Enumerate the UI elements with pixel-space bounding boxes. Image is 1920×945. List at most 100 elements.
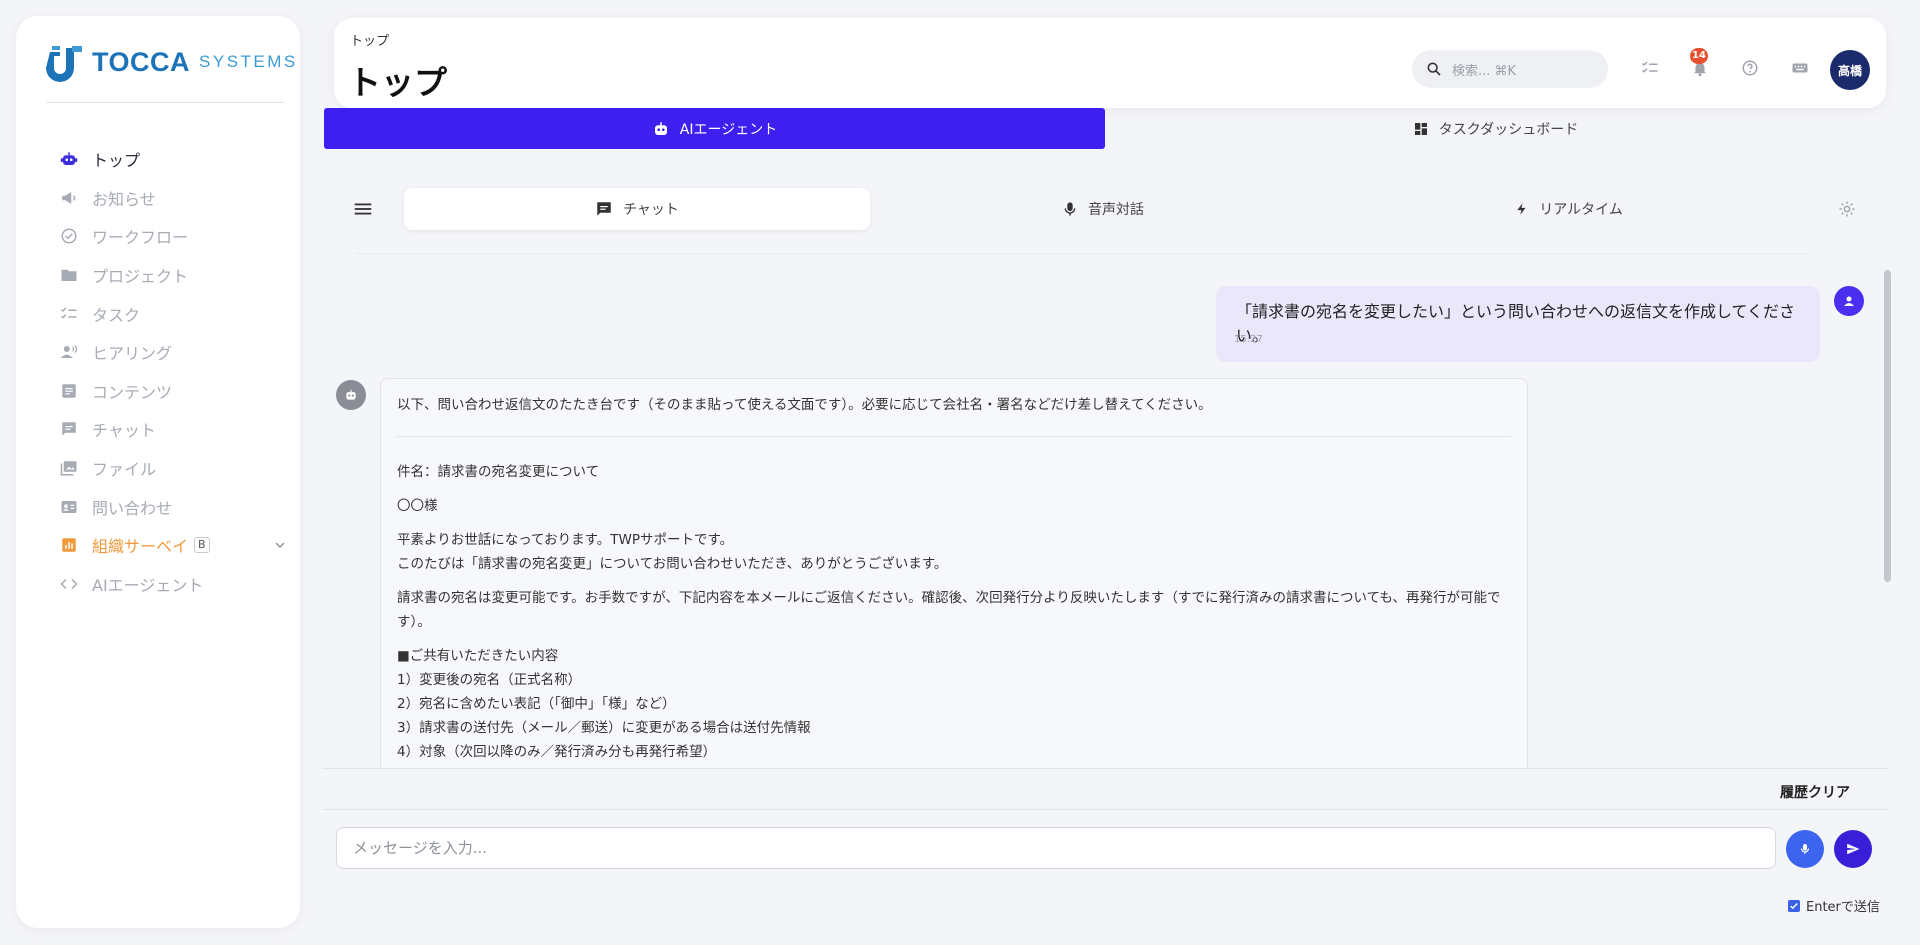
tocca-logo-icon bbox=[46, 46, 82, 82]
avatar[interactable]: 高橋 bbox=[1830, 50, 1870, 90]
sidebar-item-news[interactable]: お知らせ bbox=[60, 179, 300, 218]
divider bbox=[322, 768, 1888, 769]
logo[interactable]: TOCCA SYSTEMS bbox=[46, 42, 298, 82]
tab-chat[interactable]: チャット bbox=[404, 188, 870, 230]
message-timestamp: 15:27 bbox=[1234, 334, 1263, 345]
photo-library-icon bbox=[60, 459, 78, 477]
sidebar-item-label: プロジェクト bbox=[92, 267, 189, 287]
sidebar-item-label: ファイル bbox=[92, 460, 157, 480]
logo-brand: TOCCA bbox=[92, 46, 191, 77]
person-icon bbox=[1844, 296, 1854, 306]
sidebar: TOCCA SYSTEMS トップ お知らせ ワークフロー プロジェクト タスク… bbox=[16, 16, 300, 928]
user-message-text: 「請求書の宛名を変更したい」という問い合わせへの返信文を作成してください。 bbox=[1236, 302, 1796, 345]
bar-chart-icon bbox=[60, 536, 78, 554]
chat-scrollbar[interactable] bbox=[1884, 270, 1891, 582]
message-input[interactable] bbox=[336, 827, 1776, 869]
sidebar-item-workflow[interactable]: ワークフロー bbox=[60, 217, 300, 256]
document-icon bbox=[60, 382, 78, 400]
lightning-icon bbox=[1517, 203, 1526, 215]
bot-list-item: 2）宛名に含めたい表記（「御中」「様」など） bbox=[397, 696, 676, 712]
tab-label: 音声対話 bbox=[1088, 202, 1144, 218]
gear-icon[interactable] bbox=[1838, 200, 1856, 218]
contact-card-icon bbox=[60, 498, 78, 516]
folder-icon bbox=[60, 266, 78, 284]
user-avatar bbox=[1834, 286, 1864, 316]
menu-icon[interactable] bbox=[352, 198, 374, 220]
bot-list-item: 1）変更後の宛名（正式名称） bbox=[397, 672, 582, 688]
bot-greeting-line: このたびは「請求書の宛名変更」についてお問い合わせいただき、ありがとうございます… bbox=[397, 556, 948, 572]
sidebar-item-top[interactable]: トップ bbox=[60, 140, 300, 179]
bot-intro: 以下、問い合わせ返信文のたたき台です（そのまま貼って使える文面です）。必要に応じ… bbox=[397, 397, 1212, 413]
clear-history-button[interactable]: 履歴クリア bbox=[1780, 782, 1850, 802]
header: トップ トップ 検索... ⌘K 14 高橋 bbox=[334, 18, 1886, 108]
megaphone-icon bbox=[60, 189, 78, 207]
breadcrumb[interactable]: トップ bbox=[350, 30, 389, 49]
bot-avatar bbox=[336, 380, 366, 410]
divider bbox=[356, 253, 1808, 254]
tab-label: タスクダッシュボード bbox=[1438, 121, 1579, 138]
sidebar-item-hearing[interactable]: ヒアリング bbox=[60, 333, 300, 372]
sidebar-item-label: コンテンツ bbox=[92, 382, 173, 402]
sidebar-item-file[interactable]: ファイル bbox=[60, 449, 300, 488]
send-button[interactable] bbox=[1834, 830, 1872, 868]
bot-subject: 件名：請求書の宛名変更について bbox=[397, 464, 600, 480]
tab-label: リアルタイム bbox=[1539, 202, 1623, 218]
check-circle-icon bbox=[60, 227, 78, 245]
robot-icon bbox=[346, 389, 356, 400]
search-icon bbox=[1427, 62, 1441, 76]
sidebar-item-survey[interactable]: 組織サーベイ B bbox=[60, 526, 300, 565]
search-input[interactable]: 検索... ⌘K bbox=[1452, 60, 1516, 79]
bot-body-line: す）。 bbox=[397, 614, 431, 630]
send-icon bbox=[1847, 843, 1860, 855]
bot-message-bubble: 以下、問い合わせ返信文のたたき台です（そのまま貼って使える文面です）。必要に応じ… bbox=[380, 378, 1528, 768]
page-title: トップ bbox=[348, 63, 447, 102]
enter-to-send-toggle[interactable]: Enterで送信 bbox=[1788, 896, 1880, 915]
enter-to-send-label: Enterで送信 bbox=[1806, 900, 1880, 915]
sidebar-item-project[interactable]: プロジェクト bbox=[60, 256, 300, 295]
beta-badge: B bbox=[194, 537, 210, 554]
tab-ai-agent[interactable]: AIエージェント bbox=[324, 108, 1105, 149]
help-icon[interactable] bbox=[1740, 58, 1760, 78]
checklist-icon[interactable] bbox=[1640, 58, 1660, 78]
chat-mode-tabs: チャット 音声対話 リアルタイム bbox=[322, 186, 1888, 232]
sidebar-item-label: トップ bbox=[92, 151, 141, 171]
sidebar-nav: トップ お知らせ ワークフロー プロジェクト タスク ヒアリング コンテンツ チ… bbox=[60, 140, 300, 603]
chevron-down-icon[interactable] bbox=[272, 537, 288, 553]
bot-body-line: 請求書の宛名は変更可能です。お手数ですが、下記内容を本メールにご返信ください。確… bbox=[397, 590, 1501, 606]
divider bbox=[46, 102, 284, 103]
microphone-icon bbox=[1800, 844, 1810, 854]
checkbox-checked-icon[interactable] bbox=[1788, 899, 1800, 912]
chat-icon bbox=[597, 202, 611, 216]
sidebar-item-label: チャット bbox=[92, 421, 156, 441]
chat-icon bbox=[60, 420, 78, 438]
keyboard-icon[interactable] bbox=[1790, 58, 1810, 78]
sidebar-item-label: 組織サーベイ bbox=[92, 537, 189, 557]
bot-list-item: 3）請求書の送付先（メール／郵送）に変更がある場合は送付先情報 bbox=[397, 720, 811, 736]
sidebar-item-chat[interactable]: チャット bbox=[60, 410, 300, 449]
sidebar-item-inquiry[interactable]: 問い合わせ bbox=[60, 487, 300, 526]
robot-icon bbox=[654, 121, 667, 135]
robot-icon bbox=[60, 150, 78, 168]
dashboard-icon bbox=[1414, 122, 1427, 135]
tab-label: チャット bbox=[623, 202, 679, 218]
search-box[interactable]: 検索... ⌘K bbox=[1412, 50, 1608, 88]
voice-input-button[interactable] bbox=[1786, 830, 1824, 868]
bot-salutation: 〇〇様 bbox=[397, 498, 438, 514]
sidebar-item-ai-agent[interactable]: AIエージェント bbox=[60, 565, 300, 604]
checklist-icon bbox=[60, 305, 78, 323]
sidebar-item-label: お知らせ bbox=[92, 189, 156, 209]
sidebar-item-label: ヒアリング bbox=[92, 344, 173, 364]
tab-task-dashboard[interactable]: タスクダッシュボード bbox=[1105, 108, 1886, 149]
sidebar-item-label: ワークフロー bbox=[92, 228, 189, 248]
divider bbox=[322, 809, 1888, 810]
user-message-bubble: 「請求書の宛名を変更したい」という問い合わせへの返信文を作成してください。 15… bbox=[1216, 286, 1820, 362]
microphone-icon bbox=[1064, 202, 1076, 216]
notification-count-badge: 14 bbox=[1690, 48, 1708, 64]
tab-voice[interactable]: 音声対話 bbox=[870, 188, 1336, 230]
tab-realtime[interactable]: リアルタイム bbox=[1336, 188, 1802, 230]
sidebar-item-task[interactable]: タスク bbox=[60, 294, 300, 333]
tab-label: AIエージェント bbox=[679, 121, 778, 138]
sidebar-item-contents[interactable]: コンテンツ bbox=[60, 372, 300, 411]
voice-person-icon bbox=[60, 343, 78, 361]
logo-sub: SYSTEMS bbox=[199, 52, 298, 71]
